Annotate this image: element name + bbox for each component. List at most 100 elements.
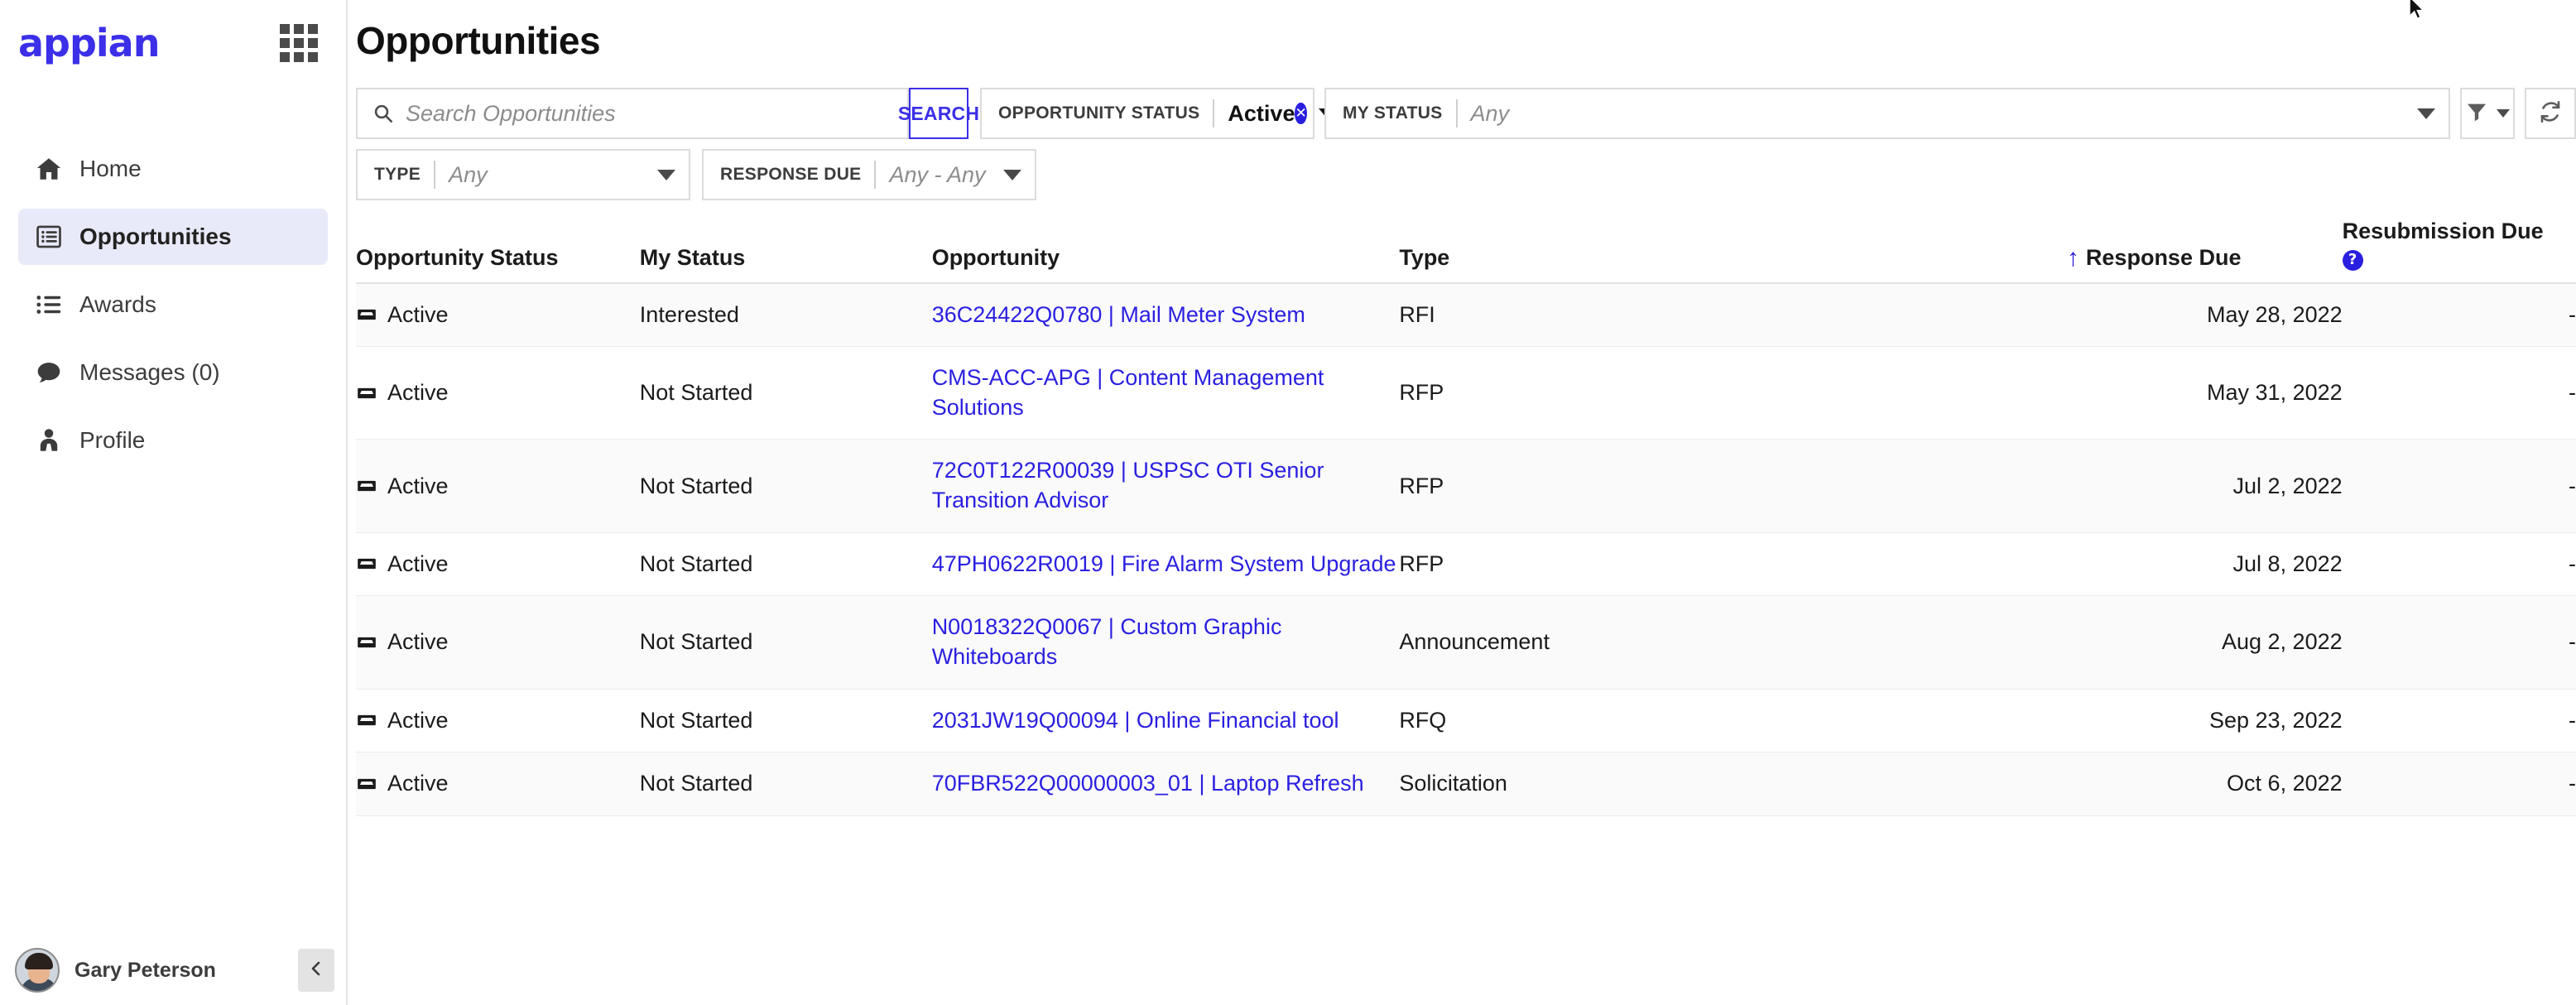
cell-resubmission-due: - xyxy=(2342,689,2576,753)
cell-opportunity: 36C24422Q0780 | Mail Meter System xyxy=(931,282,1400,348)
column-header-opportunity-status[interactable]: Opportunity Status xyxy=(356,219,640,284)
filter-value: Any xyxy=(449,161,488,187)
sidebar-item-awards[interactable]: Awards xyxy=(18,276,328,333)
table-row[interactable]: Active Interested 36C24422Q0780 | Mail Met… xyxy=(356,282,2576,348)
chevron-down-icon[interactable] xyxy=(1003,169,1021,180)
chevron-down-icon[interactable] xyxy=(657,169,675,180)
inbox-tray-icon xyxy=(356,773,377,795)
response-due-text: May 31, 2022 xyxy=(2207,380,2343,406)
filter-opportunity-status[interactable]: OPPORTUNITY STATUS Active ✕ xyxy=(980,88,1337,139)
resubmission-due-text: - xyxy=(2569,380,2576,406)
column-header-my-status[interactable]: My Status xyxy=(639,219,932,284)
opportunity-link[interactable]: 36C24422Q0780 | Mail Meter System xyxy=(932,301,1305,330)
arrow-up-icon[interactable]: ↑ xyxy=(2067,245,2079,271)
opportunity-link[interactable]: 70FBR522Q00000003_01 | Laptop Refresh xyxy=(932,769,1364,799)
cell-type: Announcement xyxy=(1399,595,2067,690)
opportunity-link[interactable]: N0018322Q0067 | Custom Graphic Whiteboar… xyxy=(932,613,1400,671)
sidebar-item-label: Opportunities xyxy=(79,224,232,249)
cell-type: RFQ xyxy=(1399,689,2067,753)
question-mark-icon[interactable]: ? xyxy=(2342,249,2363,271)
my-status-text: Not Started xyxy=(639,707,753,733)
search-icon xyxy=(372,103,394,124)
divider xyxy=(1213,99,1215,127)
search-input[interactable] xyxy=(406,100,892,127)
divider xyxy=(434,161,436,189)
my-status-text: Not Started xyxy=(639,380,753,406)
grid-apps-icon[interactable] xyxy=(280,24,318,62)
clear-filter-icon[interactable]: ✕ xyxy=(1295,103,1307,124)
user-tie-icon xyxy=(35,426,79,454)
cell-opportunity-status: Active xyxy=(356,346,640,440)
table-row[interactable]: Active Not Started 47PH0622R0019 | Fire Al… xyxy=(356,532,2576,597)
filter-type[interactable]: TYPE Any xyxy=(356,149,690,200)
sidebar-item-label: Profile xyxy=(79,427,146,453)
cell-my-status: Not Started xyxy=(639,532,932,597)
sidebar-item-profile[interactable]: Profile xyxy=(18,412,328,469)
refresh-button[interactable] xyxy=(2525,88,2576,139)
type-text: RFQ xyxy=(1399,707,1447,733)
table-row[interactable]: Active Not Started CMS-ACC-APG | Content M… xyxy=(356,346,2576,440)
cell-response-due: Sep 23, 2022 xyxy=(2066,689,2343,753)
cell-opportunity-status: Active xyxy=(356,532,640,597)
status-text: Active xyxy=(387,551,449,576)
table-row[interactable]: Active Not Started 72C0T122R00039 | USPSC … xyxy=(356,439,2576,533)
cell-response-due: Jul 2, 2022 xyxy=(2066,439,2343,533)
inbox-tray-icon xyxy=(356,304,377,325)
appian-logo[interactable]: appian xyxy=(18,24,160,62)
chevron-down-icon xyxy=(2497,109,2510,118)
cell-my-status: Not Started xyxy=(639,346,932,440)
sidebar-nav: Home Opportunities Awards Messages (0) P… xyxy=(0,141,346,469)
search-button[interactable]: SEARCH xyxy=(898,88,979,139)
sidebar-item-home[interactable]: Home xyxy=(18,141,328,197)
opportunity-link[interactable]: 2031JW19Q00094 | Online Financial tool xyxy=(932,706,1339,736)
column-label: Response Due xyxy=(2085,244,2242,270)
cell-opportunity: 2031JW19Q00094 | Online Financial tool xyxy=(931,689,1400,753)
opportunity-link[interactable]: 47PH0622R0019 | Fire Alarm System Upgrad… xyxy=(932,550,1396,579)
table-body: Active Interested 36C24422Q0780 | Mail Met… xyxy=(356,282,2576,816)
main-content: Opportunities SEARCH OPPORTUNITY STATUS … xyxy=(348,0,2576,1005)
cell-my-status: Interested xyxy=(639,282,932,348)
resubmission-due-text: - xyxy=(2569,551,2576,576)
cell-resubmission-due: - xyxy=(2342,532,2576,597)
status-text: Active xyxy=(387,707,449,733)
sidebar-item-messages[interactable]: Messages (0) xyxy=(18,344,328,401)
cell-opportunity: CMS-ACC-APG | Content Management Solutio… xyxy=(931,346,1400,440)
chevron-down-icon[interactable] xyxy=(2417,108,2435,119)
cell-resubmission-due: - xyxy=(2342,282,2576,348)
inbox-tray-icon xyxy=(356,632,377,653)
table-row[interactable]: Active Not Started 70FBR522Q00000003_01 | … xyxy=(356,752,2576,816)
divider xyxy=(1455,99,1458,127)
type-text: RFP xyxy=(1399,380,1444,406)
opportunity-link[interactable]: CMS-ACC-APG | Content Management Solutio… xyxy=(932,363,1400,422)
cell-response-due: Jul 8, 2022 xyxy=(2066,532,2343,597)
search-box[interactable] xyxy=(356,88,909,139)
filter-label: TYPE xyxy=(374,165,421,184)
resubmission-due-text: - xyxy=(2569,301,2576,327)
opportunities-table: Opportunity Status My Status Opportunity… xyxy=(356,219,2576,816)
cell-my-status: Not Started xyxy=(639,689,932,753)
filter-label: OPPORTUNITY STATUS xyxy=(998,103,1200,123)
column-header-opportunity[interactable]: Opportunity xyxy=(931,219,1400,284)
sidebar-collapse-button[interactable] xyxy=(298,949,334,992)
user-name: Gary Peterson xyxy=(74,958,216,982)
cell-opportunity-status: Active xyxy=(356,282,640,348)
avatar[interactable] xyxy=(15,948,60,993)
column-header-resubmission-due[interactable]: Resubmission Due ? xyxy=(2342,219,2576,284)
status-text: Active xyxy=(387,301,449,327)
filter-response-due[interactable]: RESPONSE DUE Any - Any xyxy=(702,149,1036,200)
table-row[interactable]: Active Not Started N0018322Q0067 | Custom … xyxy=(356,595,2576,690)
table-row[interactable]: Active Not Started 2031JW19Q00094 | Online… xyxy=(356,689,2576,753)
my-status-text: Not Started xyxy=(639,629,753,655)
cell-opportunity: 72C0T122R00039 | USPSC OTI Senior Transi… xyxy=(931,439,1400,533)
cell-opportunity: 47PH0622R0019 | Fire Alarm System Upgrad… xyxy=(931,532,1400,597)
filter-my-status[interactable]: MY STATUS Any xyxy=(1324,88,2450,139)
opportunity-link[interactable]: 72C0T122R00039 | USPSC OTI Senior Transi… xyxy=(932,456,1400,515)
resubmission-due-text: - xyxy=(2569,629,2576,655)
list-box-icon xyxy=(35,223,79,251)
column-header-type[interactable]: Type xyxy=(1399,219,2067,284)
filter-menu-button[interactable] xyxy=(2460,88,2515,139)
filter-value: Any - Any xyxy=(889,161,986,187)
sidebar-item-opportunities[interactable]: Opportunities xyxy=(18,209,328,265)
column-label: Opportunity Status xyxy=(356,244,559,270)
column-header-response-due[interactable]: ↑ Response Due xyxy=(2066,219,2343,284)
